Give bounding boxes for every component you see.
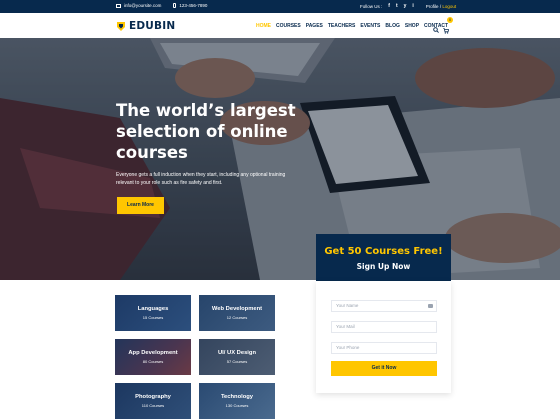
- top-email[interactable]: info@yoursite.com: [116, 3, 161, 8]
- mail-placeholder: Your Mail: [336, 324, 355, 329]
- instagram-icon[interactable]: i: [412, 3, 413, 9]
- category-tile-web-development[interactable]: Web Development 12 Courses: [199, 295, 275, 331]
- hero-description: Everyone gets a full induction when they…: [116, 172, 286, 186]
- profile-link[interactable]: Profile: [426, 4, 439, 9]
- mail-field[interactable]: Your Mail: [331, 321, 437, 333]
- learn-more-button[interactable]: Learn More: [117, 197, 164, 214]
- nav-shop[interactable]: SHOP: [405, 23, 419, 29]
- nav-blog[interactable]: BLOG: [385, 23, 399, 29]
- hero-title: The world’s largest selection of online …: [116, 101, 296, 162]
- category-name: Photography: [135, 394, 171, 400]
- category-tile-languages[interactable]: Languages 15 Courses: [115, 295, 191, 331]
- get-it-now-button[interactable]: Get it Now: [331, 361, 437, 376]
- nav-courses[interactable]: COURSES: [276, 23, 301, 29]
- hero-section: The world’s largest selection of online …: [0, 38, 560, 280]
- signup-headline: Get 50 Courses Free!: [324, 246, 443, 257]
- logout-link[interactable]: Logout: [442, 4, 456, 9]
- top-phone[interactable]: 123-456-7890: [173, 3, 207, 8]
- signup-form: Your Name Your Mail Your Phone Get it No…: [316, 281, 451, 393]
- search-icon[interactable]: [433, 27, 439, 33]
- signup-subheadline: Sign Up Now: [356, 262, 411, 271]
- top-phone-text: 123-456-7890: [179, 3, 208, 8]
- main-nav: HOME COURSES PAGES TEACHERS EVENTS BLOG …: [256, 23, 448, 29]
- category-name: App Development: [128, 350, 178, 356]
- category-count: 15 Courses: [142, 315, 164, 320]
- phone-icon: [173, 3, 177, 8]
- nav-teachers[interactable]: TEACHERS: [328, 23, 356, 29]
- category-name: UI/ UX Design: [217, 350, 256, 356]
- logo-text: EDUBIN: [129, 20, 176, 32]
- category-name: Technology: [220, 394, 254, 400]
- logo-shield-icon: [117, 21, 125, 31]
- category-name: Languages: [137, 306, 169, 312]
- category-tile-app-development[interactable]: App Development 80 Courses: [115, 339, 191, 375]
- main-header: EDUBIN HOME COURSES PAGES TEACHERS EVENT…: [0, 13, 560, 38]
- name-field[interactable]: Your Name: [331, 300, 437, 312]
- phone-field[interactable]: Your Phone: [331, 342, 437, 354]
- cart-count-badge: 0: [447, 17, 453, 23]
- cart-icon: [443, 28, 450, 34]
- follow-label: Follow Us :: [360, 3, 383, 9]
- category-name: Web Development: [211, 306, 263, 312]
- category-count: 57 Courses: [226, 359, 248, 364]
- category-count: 110 Courses: [141, 403, 165, 408]
- top-email-text: info@yoursite.com: [124, 3, 162, 8]
- category-count: 80 Courses: [142, 359, 164, 364]
- twitter-icon[interactable]: t: [396, 3, 398, 9]
- contact-card-icon: [428, 304, 433, 308]
- category-tile-photography[interactable]: Photography 110 Courses: [115, 383, 191, 419]
- phone-placeholder: Your Phone: [336, 345, 360, 350]
- signup-header: Get 50 Courses Free! Sign Up Now: [316, 234, 451, 281]
- cart-button[interactable]: 0: [443, 17, 453, 39]
- category-count: 12 Courses: [226, 315, 248, 320]
- nav-home[interactable]: HOME: [256, 23, 271, 29]
- nav-pages[interactable]: PAGES: [306, 23, 323, 29]
- category-count: 130 Courses: [225, 403, 249, 408]
- name-placeholder: Your Name: [336, 303, 359, 308]
- facebook-icon[interactable]: f: [388, 3, 390, 9]
- youtube-icon[interactable]: y: [404, 3, 407, 9]
- mail-icon: [116, 3, 121, 8]
- top-bar: info@yoursite.com 123-456-7890 Follow Us…: [0, 0, 560, 13]
- category-tile-technology[interactable]: Technology 130 Courses: [199, 383, 275, 419]
- nav-events[interactable]: EVENTS: [360, 23, 380, 29]
- logo[interactable]: EDUBIN: [116, 20, 175, 32]
- separator: /: [439, 3, 442, 9]
- category-tile-ui-ux-design[interactable]: UI/ UX Design 57 Courses: [199, 339, 275, 375]
